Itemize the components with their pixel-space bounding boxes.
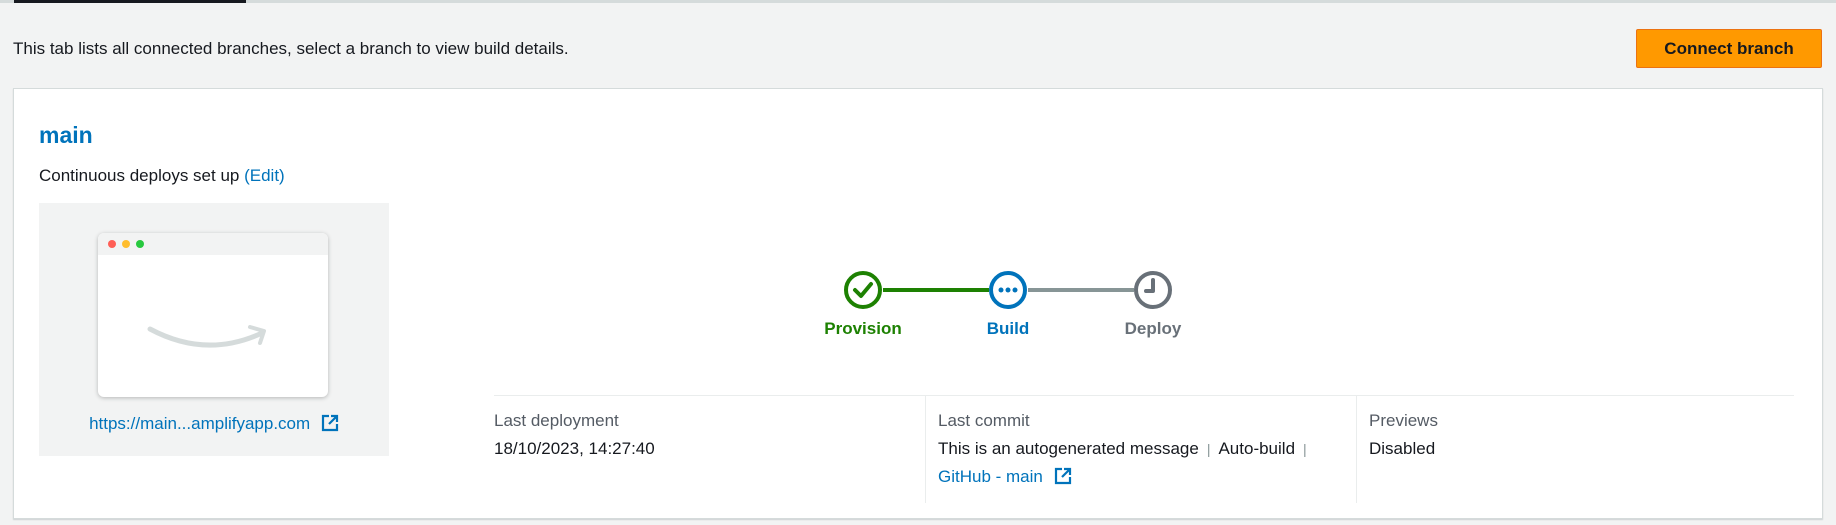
page-description: This tab lists all connected branches, s… [13, 39, 569, 58]
maximize-dot-icon [136, 240, 144, 248]
amazon-smile-logo-icon [147, 325, 266, 348]
pipe-separator: | [1303, 441, 1307, 457]
pipe-separator: | [1206, 441, 1211, 457]
last-deployment-value: 18/10/2023, 14:27:40 [494, 439, 655, 458]
continuous-deploys-text: Continuous deploys set up [39, 166, 240, 185]
ellipsis-circle-icon [989, 271, 1027, 309]
last-deployment-label: Last deployment [494, 411, 619, 430]
build-deploy-connector [1028, 288, 1134, 292]
last-deployment-column: Last deployment 18/10/2023, 14:27:40 [494, 395, 925, 503]
clock-circle-icon [1134, 271, 1172, 309]
repo-row: GitHub - main [938, 467, 1072, 487]
commit-message: This is an autogenerated message [938, 439, 1199, 458]
preview-url-link[interactable]: https://main...amplifyapp.com [39, 414, 389, 434]
browser-thumbnail [98, 233, 328, 397]
github-repo-text: GitHub - main [938, 467, 1043, 486]
tab-bar-underline [0, 0, 1836, 3]
branch-card: main Continuous deploys set up (Edit) ht… [13, 88, 1823, 519]
branch-preview: https://main...amplifyapp.com [39, 203, 389, 456]
minimize-dot-icon [122, 240, 130, 248]
previews-value: Disabled [1369, 439, 1436, 458]
preview-url-text: https://main...amplifyapp.com [89, 414, 311, 433]
step-label-deploy: Deploy [1124, 319, 1182, 338]
connect-branch-button[interactable]: Connect branch [1636, 29, 1822, 68]
last-commit-label: Last commit [938, 411, 1030, 430]
continuous-deploys-row: Continuous deploys set up (Edit) [39, 166, 285, 186]
step-label-build: Build [986, 319, 1030, 338]
github-repo-link[interactable]: GitHub - main [938, 467, 1072, 486]
external-link-icon [321, 414, 339, 432]
active-tab-indicator [14, 0, 246, 3]
provision-build-connector [883, 288, 989, 292]
step-label-provision: Provision [824, 319, 902, 338]
edit-link[interactable]: (Edit) [244, 166, 285, 185]
browser-title-bar [98, 233, 328, 255]
check-circle-icon [844, 271, 882, 309]
close-dot-icon [108, 240, 116, 248]
previews-label: Previews [1369, 411, 1438, 430]
external-link-icon [1054, 467, 1071, 485]
last-commit-column: Last commit This is an autogenerated mes… [925, 395, 1357, 503]
branch-name-link[interactable]: main [39, 122, 93, 149]
last-commit-value: This is an autogenerated message | Auto-bu… [938, 439, 1315, 459]
previews-column: Previews Disabled [1356, 395, 1795, 503]
commit-trigger: Auto-build [1218, 439, 1296, 458]
